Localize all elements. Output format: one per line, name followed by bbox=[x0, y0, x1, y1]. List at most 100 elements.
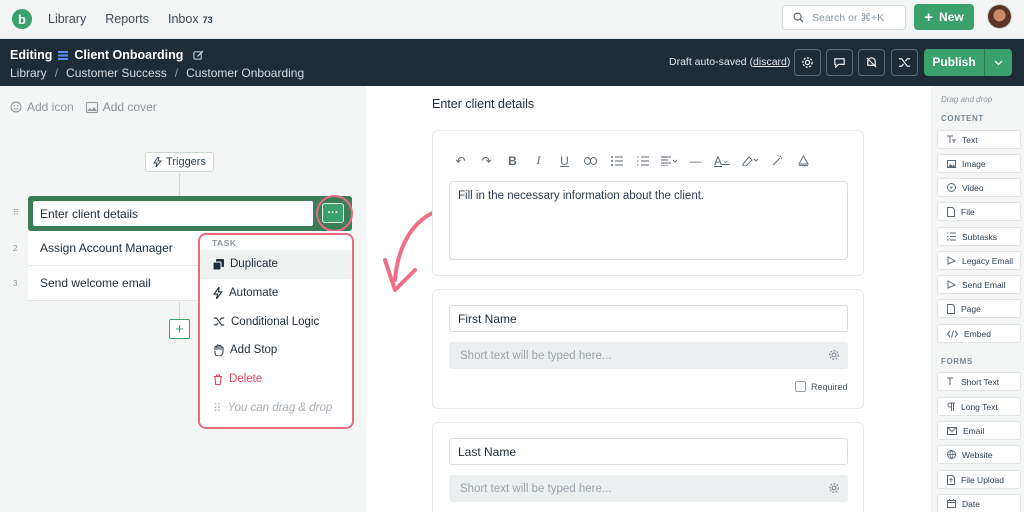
divider-icon[interactable]: — bbox=[688, 154, 703, 168]
bullet-list-icon[interactable] bbox=[609, 155, 624, 166]
widget-short-text[interactable]: Short Text bbox=[937, 372, 1021, 391]
nav-inbox-label: Inbox bbox=[168, 12, 199, 26]
connector-line bbox=[179, 302, 180, 319]
field-label-input[interactable]: First Name bbox=[449, 305, 848, 332]
highlight-icon[interactable] bbox=[741, 155, 759, 166]
breadcrumb: Library / Customer Success / Customer On… bbox=[10, 66, 304, 80]
add-task-button[interactable]: + bbox=[169, 319, 190, 339]
align-icon[interactable] bbox=[661, 156, 677, 166]
redo-icon[interactable]: ↷ bbox=[479, 154, 494, 168]
underline-icon[interactable]: U bbox=[557, 154, 572, 168]
connector-line bbox=[179, 173, 180, 197]
nav-library[interactable]: Library bbox=[48, 12, 86, 26]
widget-send-email[interactable]: Send Email bbox=[937, 275, 1021, 294]
widget-label: File Upload bbox=[961, 474, 1004, 485]
widget-video[interactable]: Video bbox=[937, 178, 1021, 197]
task-heading: Enter client details bbox=[432, 97, 535, 111]
breadcrumb-customer-success[interactable]: Customer Success bbox=[66, 66, 167, 80]
edit-icon[interactable] bbox=[193, 49, 204, 61]
shuffle-button[interactable] bbox=[891, 49, 918, 76]
forms-section-header: FORMS bbox=[941, 357, 973, 366]
magic-wand-icon[interactable] bbox=[770, 155, 785, 166]
widget-email[interactable]: Email bbox=[937, 421, 1021, 440]
drag-handle-icon[interactable]: ⠿ bbox=[13, 208, 19, 217]
widget-file-upload[interactable]: File Upload bbox=[937, 470, 1021, 489]
nav-inbox[interactable]: Inbox 73 bbox=[168, 12, 213, 26]
file-icon bbox=[947, 206, 955, 217]
widget-embed[interactable]: Embed bbox=[937, 324, 1021, 343]
upload-icon bbox=[947, 474, 955, 485]
menu-item-conditional-logic[interactable]: Conditional Logic bbox=[200, 307, 352, 336]
breadcrumb-separator: / bbox=[174, 66, 179, 80]
comments-button[interactable] bbox=[826, 49, 853, 76]
new-button[interactable]: + New bbox=[914, 4, 974, 30]
add-cover-button[interactable]: Add cover bbox=[85, 100, 157, 114]
widget-website[interactable]: Website bbox=[937, 445, 1021, 464]
menu-item-label: Automate bbox=[229, 287, 279, 300]
text-color-icon[interactable]: A ⌄ bbox=[714, 154, 730, 168]
widget-label: Long Text bbox=[961, 401, 998, 412]
widget-image[interactable]: Image bbox=[937, 154, 1021, 173]
menu-item-add-stop[interactable]: Add Stop bbox=[200, 336, 352, 365]
menu-item-label: Conditional Logic bbox=[231, 315, 320, 328]
required-toggle[interactable]: Required bbox=[795, 381, 848, 392]
breadcrumb-separator: / bbox=[54, 66, 59, 80]
widget-sidebar: Drag and drop CONTENT Text Image Video F… bbox=[931, 86, 1024, 512]
field-placeholder-preview: Short text will be typed here... bbox=[449, 342, 848, 369]
field-label-input[interactable]: Last Name bbox=[449, 438, 848, 465]
settings-button[interactable] bbox=[794, 49, 821, 76]
copy-icon bbox=[213, 258, 224, 270]
menu-item-duplicate[interactable]: Duplicate bbox=[200, 250, 352, 279]
numbered-list-icon[interactable] bbox=[635, 156, 650, 166]
menu-item-automate[interactable]: Automate bbox=[200, 279, 352, 308]
widget-legacy-email[interactable]: Legacy Email bbox=[937, 251, 1021, 270]
triggers-button[interactable]: Triggers bbox=[145, 152, 214, 172]
menu-item-delete[interactable]: Delete bbox=[200, 365, 352, 394]
search-input[interactable]: Search or ⌘+K bbox=[782, 5, 906, 30]
form-field-card: First Name Short text will be typed here… bbox=[432, 289, 864, 409]
task-title-input[interactable]: Enter client details bbox=[33, 201, 313, 226]
widget-page[interactable]: Page bbox=[937, 299, 1021, 318]
notifications-button[interactable] bbox=[858, 49, 885, 76]
widget-date[interactable]: Date bbox=[937, 494, 1021, 512]
bold-icon[interactable]: B bbox=[505, 154, 520, 168]
smile-icon bbox=[10, 101, 22, 113]
triggers-label: Triggers bbox=[166, 156, 206, 168]
required-checkbox[interactable] bbox=[795, 381, 806, 392]
gear-icon[interactable] bbox=[828, 482, 840, 494]
breadcrumb-customer-onboarding[interactable]: Customer Onboarding bbox=[186, 66, 304, 80]
undo-icon[interactable]: ↶ bbox=[453, 154, 468, 168]
breadcrumb-library[interactable]: Library bbox=[10, 66, 47, 80]
gear-icon[interactable] bbox=[828, 349, 840, 361]
publish-button[interactable]: Publish bbox=[924, 49, 1012, 76]
task-panel: Add icon Add cover Triggers ⠿ Enter clie… bbox=[0, 86, 366, 512]
widget-text[interactable]: Text bbox=[937, 130, 1021, 149]
discard-link[interactable]: discard bbox=[753, 56, 787, 68]
rich-text-editor[interactable]: Fill in the necessary information about … bbox=[449, 181, 848, 260]
italic-icon[interactable]: I bbox=[531, 153, 546, 168]
task-options-button[interactable]: ··· bbox=[322, 203, 344, 223]
shuffle-icon bbox=[898, 58, 911, 67]
required-label: Required bbox=[811, 381, 848, 392]
task-number: 3 bbox=[13, 278, 18, 288]
trash-icon bbox=[214, 374, 222, 385]
widget-subtasks[interactable]: Subtasks bbox=[937, 227, 1021, 246]
field-placeholder-text: Short text will be typed here... bbox=[460, 349, 612, 362]
nav-reports[interactable]: Reports bbox=[105, 12, 149, 26]
link-icon[interactable] bbox=[583, 156, 598, 165]
task-row-active[interactable]: ⠿ Enter client details ··· bbox=[13, 195, 353, 232]
widget-label: Date bbox=[962, 498, 980, 509]
form-field-card: Last Name Short text will be typed here.… bbox=[432, 422, 864, 512]
widget-file[interactable]: File bbox=[937, 202, 1021, 221]
app-logo[interactable]: b bbox=[12, 9, 32, 29]
add-icon-button[interactable]: Add icon bbox=[10, 100, 74, 114]
drag-drop-hint: Drag and drop bbox=[941, 95, 993, 104]
drag-handle-icon: ⠿ bbox=[213, 402, 222, 415]
image-icon bbox=[85, 101, 98, 113]
publish-dropdown[interactable] bbox=[985, 60, 1012, 66]
widget-long-text[interactable]: Long Text bbox=[937, 397, 1021, 416]
send-icon bbox=[947, 280, 956, 289]
field-placeholder-preview: Short text will be typed here... bbox=[449, 475, 848, 502]
clear-format-icon[interactable] bbox=[796, 155, 811, 166]
user-avatar[interactable] bbox=[987, 4, 1012, 29]
